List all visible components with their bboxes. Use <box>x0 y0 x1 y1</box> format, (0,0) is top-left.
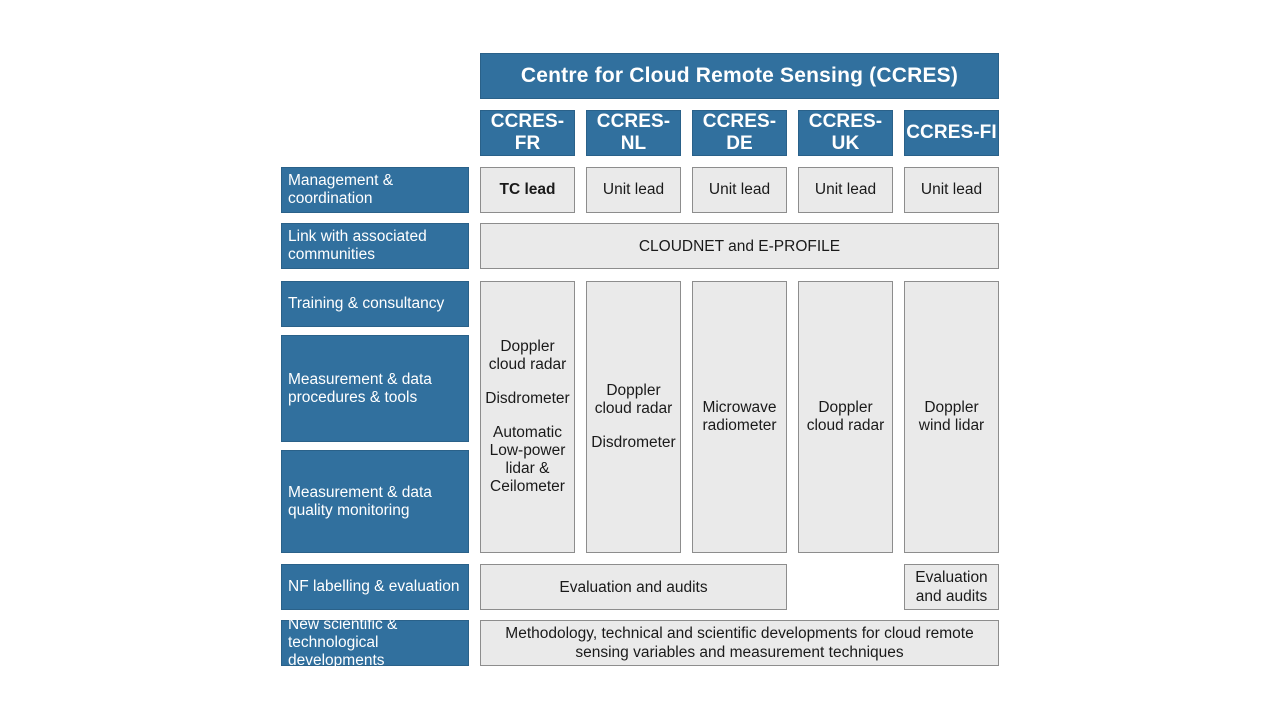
unit-header-label: CCRES-NL <box>596 111 671 154</box>
communities-span-cell: CLOUDNET and E-PROFILE <box>480 223 999 269</box>
row-label-text: Link with associated communities <box>288 228 427 263</box>
lead-label: Unit lead <box>602 181 665 198</box>
lead-cell-nl: Unit lead <box>586 167 681 213</box>
unit-header-label: CCRES-FI <box>906 122 997 143</box>
instrument-item: Doppler cloud radar <box>488 338 567 373</box>
diagram-title-banner: Centre for Cloud Remote Sensing (CCRES) <box>480 53 999 99</box>
lead-cell-uk: Unit lead <box>798 167 893 213</box>
developments-span-cell: Methodology, technical and scientific de… <box>480 620 999 666</box>
instrument-item: Disdrometer <box>485 390 570 407</box>
row-label-text: New scientific & technological developme… <box>288 616 398 669</box>
unit-header-ccres-uk[interactable]: CCRES-UK <box>798 110 893 156</box>
instrument-column-uk: Doppler cloud radar <box>798 281 893 553</box>
row-label-text: NF labelling & evaluation <box>288 578 460 595</box>
instrument-column-fr: Doppler cloud radar Disdrometer Automati… <box>480 281 575 553</box>
lead-cell-fi: Unit lead <box>904 167 999 213</box>
lead-label: Unit lead <box>920 181 983 198</box>
instrument-column-de: Microwave radiometer <box>692 281 787 553</box>
unit-header-ccres-fr[interactable]: CCRES-FR <box>480 110 575 156</box>
unit-header-ccres-nl[interactable]: CCRES-NL <box>586 110 681 156</box>
instrument-item: Doppler cloud radar <box>594 382 673 417</box>
row-label-procedures-tools: Measurement & data procedures & tools <box>281 335 469 442</box>
evaluation-label: Evaluation and audits <box>915 569 988 605</box>
row-label-training: Training & consultancy <box>281 281 469 327</box>
row-label-text: Management & coordination <box>288 172 394 207</box>
row-label-nf-labelling: NF labelling & evaluation <box>281 564 469 610</box>
unit-header-label: CCRES-FR <box>490 111 565 154</box>
instrument-item: Automatic Low-power lidar & Ceilometer <box>489 424 566 495</box>
evaluation-cell-fi: Evaluation and audits <box>904 564 999 610</box>
unit-header-ccres-de[interactable]: CCRES-DE <box>692 110 787 156</box>
evaluation-span-cell: Evaluation and audits <box>480 564 787 610</box>
instrument-item: Doppler wind lidar <box>918 399 985 434</box>
evaluation-span-label: Evaluation and audits <box>559 578 708 596</box>
developments-span-label: Methodology, technical and scientific de… <box>505 625 974 661</box>
row-label-link-communities: Link with associated communities <box>281 223 469 269</box>
instrument-item: Microwave radiometer <box>702 399 777 434</box>
lead-label: TC lead <box>499 181 556 198</box>
row-label-new-developments: New scientific & technological developme… <box>281 616 469 669</box>
row-label-text: Measurement & data procedures & tools <box>288 370 432 406</box>
instrument-item: Disdrometer <box>591 434 676 451</box>
communities-span-label: CLOUDNET and E-PROFILE <box>638 237 841 255</box>
row-label-management: Management & coordination <box>281 167 469 213</box>
lead-cell-fr: TC lead <box>480 167 575 213</box>
unit-header-ccres-fi[interactable]: CCRES-FI <box>904 110 999 156</box>
diagram-title-text: Centre for Cloud Remote Sensing (CCRES) <box>520 64 959 87</box>
instrument-column-fi: Doppler wind lidar <box>904 281 999 553</box>
instrument-column-nl: Doppler cloud radar Disdrometer <box>586 281 681 553</box>
lead-cell-de: Unit lead <box>692 167 787 213</box>
unit-header-label: CCRES-DE <box>702 111 777 154</box>
row-label-text: Training & consultancy <box>288 295 445 312</box>
lead-label: Unit lead <box>814 181 877 198</box>
instrument-item: Doppler cloud radar <box>806 399 885 434</box>
row-label-text: Measurement & data quality monitoring <box>288 483 432 519</box>
diagram-canvas: Centre for Cloud Remote Sensing (CCRES) … <box>0 0 1280 720</box>
lead-label: Unit lead <box>708 181 771 198</box>
row-label-quality-monitoring: Measurement & data quality monitoring <box>281 450 469 553</box>
unit-header-label: CCRES-UK <box>808 111 883 154</box>
